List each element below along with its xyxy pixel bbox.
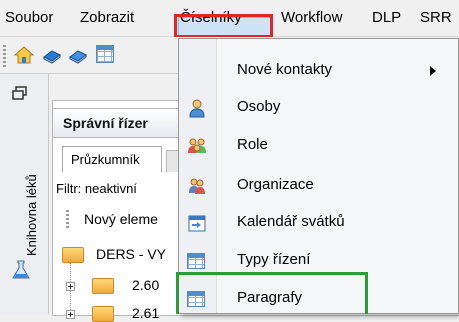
expand-icon[interactable] xyxy=(66,310,75,319)
tree-item[interactable]: DERS - VY xyxy=(96,246,166,262)
menu-soubor[interactable]: Soubor xyxy=(5,9,53,26)
menu-bar: Soubor Zobrazit Číselníky Workflow DLP S… xyxy=(0,0,459,38)
menu-item-label: Kalendář svátků xyxy=(237,213,345,230)
folder-icon xyxy=(92,278,114,294)
menu-item-label: Organizace xyxy=(237,176,314,193)
panel-header[interactable]: Správní řízer xyxy=(52,108,192,138)
organization-icon xyxy=(189,178,205,194)
calendar-icon xyxy=(188,215,206,232)
tree-item[interactable]: 2.60 xyxy=(132,277,159,293)
table-icon xyxy=(187,253,205,269)
folder-icon xyxy=(92,306,114,322)
people-group-icon xyxy=(188,138,206,153)
person-icon xyxy=(189,99,205,118)
tab-pruzkumnik[interactable]: Průzkumník xyxy=(62,146,162,172)
table-icon[interactable] xyxy=(96,45,114,63)
menu-item-label: Osoby xyxy=(237,98,281,115)
menu-item-osoby[interactable]: Osoby xyxy=(179,90,459,126)
menu-zobrazit[interactable]: Zobrazit xyxy=(80,9,134,26)
submenu-arrow-icon xyxy=(430,66,436,76)
side-tab-label[interactable]: Knihovna léků xyxy=(24,174,39,256)
home-icon[interactable] xyxy=(14,45,34,65)
menu-dlp[interactable]: DLP xyxy=(372,9,401,26)
toolbar-grip[interactable] xyxy=(3,45,6,67)
menu-item-label: Nové kontakty xyxy=(237,61,333,78)
menu-item-role[interactable]: Role xyxy=(179,128,459,164)
flask-icon[interactable] xyxy=(12,260,30,280)
new-element-button[interactable]: Nový eleme xyxy=(84,211,158,227)
panel-title: Správní řízer xyxy=(63,115,148,131)
menu-srr[interactable]: SRR xyxy=(420,9,452,26)
menu-item-organizace[interactable]: Organizace xyxy=(179,168,459,204)
menu-item-nove-kontakty[interactable]: Nové kontakty xyxy=(179,53,459,89)
restore-window-icon[interactable] xyxy=(12,86,28,100)
paragrafy-highlight-box xyxy=(176,272,368,314)
menu-workflow[interactable]: Workflow xyxy=(281,9,342,26)
menu-highlight-box xyxy=(174,14,273,38)
filter-label: Filtr: neaktivní xyxy=(56,181,137,196)
menu-item-label: Role xyxy=(237,136,268,153)
book-icon[interactable] xyxy=(42,45,62,65)
menu-item-kalendar-svatku[interactable]: Kalendář svátků xyxy=(179,205,459,241)
book-icon[interactable] xyxy=(68,45,88,65)
tab-label: Průzkumník xyxy=(71,152,140,167)
side-strip: Knihovna léků xyxy=(0,74,49,314)
menu-item-label: Typy řízení xyxy=(237,251,311,268)
tree-item[interactable]: 2.61 xyxy=(132,305,159,321)
folder-icon xyxy=(62,247,84,263)
toolbar-grip[interactable] xyxy=(66,210,69,228)
expand-icon[interactable] xyxy=(66,282,75,291)
